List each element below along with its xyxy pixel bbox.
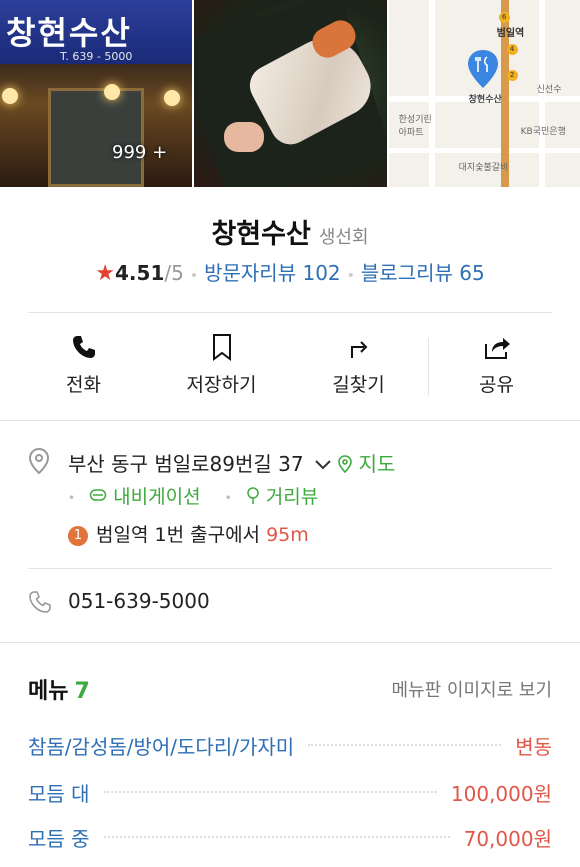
map-road (428, 0, 435, 187)
menu-item[interactable]: 모듬 대 100,000원 (28, 777, 552, 807)
restaurant-pin-icon (467, 50, 498, 88)
subway-exit: 1번 출구에서 (154, 524, 261, 546)
share-button[interactable]: 공유 (424, 330, 569, 397)
save-label: 저장하기 (186, 374, 257, 396)
divider (28, 568, 552, 569)
phone-outline-icon (29, 591, 51, 613)
directions-label: 길찾기 (332, 374, 385, 396)
map-link[interactable]: 지도 (338, 452, 395, 476)
food-photo[interactable] (194, 0, 387, 187)
lamp (104, 84, 120, 100)
separator-dot: • (68, 490, 76, 505)
photo-count: 999 + (112, 142, 168, 163)
store-sign-text: 창현수산 (6, 14, 132, 52)
map-shop-label: 대지숯불갈비 (458, 163, 509, 173)
menu-header: 메뉴 7 (28, 673, 90, 705)
menu-item-price: 100,000원 (450, 781, 552, 806)
menu-item-name: 참돔/감성돔/방어/도다리/가자미 (28, 734, 295, 759)
lamp (2, 88, 18, 104)
dotted-leader (308, 744, 502, 746)
lamp (164, 90, 180, 106)
map-shop-label: 신선수 (536, 85, 562, 95)
menu-image-link[interactable]: 메뉴판 이미지로 보기 (392, 676, 552, 702)
photo-gallery[interactable]: 창현수산 T. 639 - 5000 999 + 6 4 2 범일역 창현수산 … (0, 0, 580, 187)
divider (28, 312, 552, 313)
map-bank-label: KB국민은행 (520, 127, 566, 137)
rating-max: /5 (164, 261, 184, 285)
directions-button[interactable]: 길찾기 (286, 330, 431, 397)
phone-number[interactable]: 051-639-5000 (68, 589, 210, 613)
subway-exit-marker: 6 (498, 12, 510, 23)
location-pin-icon (28, 447, 50, 475)
menu-count: 7 (74, 679, 90, 704)
street-view-label: 거리뷰 (265, 486, 319, 508)
place-name: 창현수산 (211, 219, 311, 250)
section-divider (0, 642, 580, 643)
menu-title: 메뉴 (28, 679, 69, 704)
menu-item-name: 모듬 중 (28, 826, 90, 851)
street-view-link[interactable]: 거리뷰 (246, 486, 319, 508)
map-station-label: 범일역 (496, 28, 525, 39)
navigation-row: • 내비게이션 • 거리뷰 (68, 482, 318, 509)
navigation-link[interactable]: 내비게이션 (89, 486, 207, 508)
blog-reviews-link[interactable]: 블로그리뷰 65 (361, 261, 485, 285)
separator-dot: • (189, 268, 199, 284)
place-header: 창현수산 생선회 (0, 212, 580, 251)
action-divider (428, 338, 429, 396)
star-icon: ★ (95, 261, 116, 286)
address-row[interactable]: 부산 동구 범일로89번길 37 지도 (68, 448, 395, 477)
storefront-photo[interactable]: 창현수산 T. 639 - 5000 999 + (0, 0, 193, 187)
call-label: 전화 (66, 374, 101, 396)
map-road (388, 148, 580, 153)
mini-map[interactable]: 6 4 2 범일역 창현수산 한성기린 아파트 KB국민은행 대지숯불갈비 신선… (388, 0, 580, 187)
save-button[interactable]: 저장하기 (149, 330, 294, 397)
menu-item-price: 70,000원 (463, 826, 552, 851)
menu-item-name: 모듬 대 (28, 781, 90, 806)
visitor-reviews-link[interactable]: 방문자리뷰 102 (204, 261, 341, 285)
map-restaurant-label: 창현수산 (468, 95, 502, 105)
menu-item[interactable]: 참돔/감성돔/방어/도다리/가자미 변동 (28, 730, 552, 760)
car-icon (89, 489, 107, 501)
map-apartment-label: 한성기린 아파트 (398, 115, 432, 138)
dotted-leader (103, 836, 450, 838)
subway-exit-marker: 4 (506, 44, 518, 55)
menu-item[interactable]: 모듬 중 70,000원 (28, 822, 552, 852)
chevron-down-icon[interactable] (314, 452, 338, 476)
store-sign-phone: T. 639 - 5000 (60, 50, 133, 63)
subway-info: 1 범일역 1번 출구에서 95m (68, 520, 309, 547)
call-button[interactable]: 전화 (11, 330, 156, 397)
share-label: 공유 (479, 374, 514, 396)
subway-station: 범일역 (96, 524, 149, 546)
subway-distance: 95m (266, 524, 309, 546)
address-text: 부산 동구 범일로89번길 37 (68, 452, 304, 476)
menu-item-price: 변동 (515, 734, 552, 759)
rating-row: ★4.51/5 • 방문자리뷰 102 • 블로그리뷰 65 (0, 257, 580, 286)
phone-icon (72, 336, 95, 358)
place-category: 생선회 (318, 227, 369, 248)
rating-score: 4.51 (115, 261, 165, 285)
store-door (48, 88, 144, 187)
separator-dot: • (224, 490, 232, 505)
bookmark-icon (212, 334, 231, 361)
action-bar: 전화 저장하기 길찾기 공유 (0, 330, 580, 400)
map-link-label: 지도 (358, 452, 396, 476)
directions-icon (350, 341, 367, 358)
subway-exit-marker: 2 (506, 70, 518, 81)
share-icon (484, 338, 510, 359)
subway-line-badge: 1 (68, 526, 88, 546)
finger (224, 122, 265, 152)
navigation-label: 내비게이션 (113, 486, 201, 508)
section-divider (0, 420, 580, 421)
map-pin-icon (338, 455, 353, 474)
dotted-leader (103, 791, 437, 793)
street-view-icon (247, 487, 259, 504)
separator-dot: • (346, 268, 355, 284)
